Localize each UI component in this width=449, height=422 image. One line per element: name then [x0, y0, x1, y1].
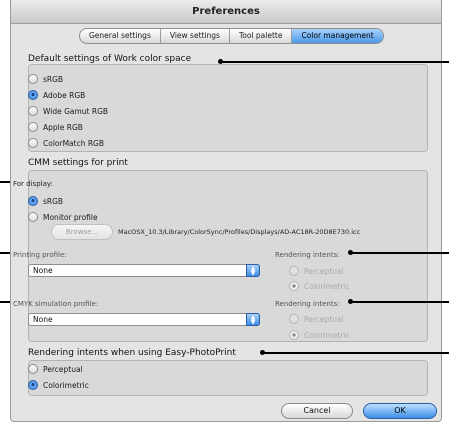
option-label: ColorMatch RGB — [43, 138, 105, 148]
printing-intent-colorimetric[interactable]: Colorimetric — [289, 281, 350, 291]
select-value: None — [33, 315, 53, 324]
tab-tool-palette[interactable]: Tool palette — [230, 29, 293, 43]
browse-button[interactable]: Browse... — [51, 224, 113, 240]
callout-line — [262, 352, 449, 354]
printing-intent-perceptual[interactable]: Perceptual — [289, 266, 344, 276]
ok-button[interactable]: OK — [363, 403, 437, 419]
callout-dot — [348, 299, 353, 304]
option-label: Perceptual — [43, 364, 83, 374]
easy-photoprint-option-colorimetric[interactable]: Colorimetric — [28, 380, 89, 390]
radio-button[interactable] — [28, 90, 38, 100]
tab-bar: General settings View settings Tool pale… — [79, 28, 384, 44]
tab-color-management[interactable]: Color management — [292, 29, 383, 43]
radio-button[interactable] — [28, 74, 38, 84]
radio-button[interactable] — [289, 281, 299, 291]
radio-button[interactable] — [28, 364, 38, 374]
radio-button[interactable] — [289, 314, 299, 324]
cmyk-profile-label: CMYK simulation profile: — [13, 300, 99, 308]
updown-arrows-icon: ▲ ▼ — [246, 313, 260, 326]
radio-button[interactable] — [28, 212, 38, 222]
work-space-option-wide-gamut-rgb[interactable]: Wide Gamut RGB — [28, 106, 108, 116]
window-title: Preferences — [11, 0, 441, 24]
radio-button[interactable] — [28, 122, 38, 132]
option-label: sRGB — [43, 74, 64, 84]
select-value: None — [33, 266, 53, 275]
callout-dot — [348, 250, 353, 255]
option-label: Colorimetric — [304, 281, 350, 291]
callout-line — [350, 252, 449, 254]
radio-button[interactable] — [28, 106, 38, 116]
cancel-button[interactable]: Cancel — [281, 403, 353, 419]
callout-dot — [218, 59, 223, 64]
option-label: Adobe RGB — [43, 90, 86, 100]
cmyk-intents-label: Rendering intents: — [275, 300, 340, 308]
callout-line — [0, 252, 10, 254]
option-label: Perceptual — [304, 314, 344, 324]
updown-arrows-icon: ▲ ▼ — [246, 264, 260, 277]
option-label: Colorimetric — [304, 330, 350, 340]
callout-line — [0, 301, 10, 303]
display-option-srgb[interactable]: sRGB — [28, 196, 63, 206]
cmyk-intent-colorimetric[interactable]: Colorimetric — [289, 330, 350, 340]
printing-intents-label: Rendering intents: — [275, 251, 340, 259]
preferences-window: Preferences General settings View settin… — [10, 0, 442, 422]
radio-button[interactable] — [28, 138, 38, 148]
option-label: sRGB — [43, 196, 64, 206]
printing-profile-select[interactable]: None ▲ ▼ — [28, 264, 260, 277]
work-space-option-adobe-rgb[interactable]: Adobe RGB — [28, 90, 85, 100]
radio-button[interactable] — [28, 380, 38, 390]
cmyk-intent-perceptual[interactable]: Perceptual — [289, 314, 344, 324]
cmyk-profile-select[interactable]: None ▲ ▼ — [28, 313, 260, 326]
monitor-profile-path: MacOSX_10.3/Library/ColorSync/Profiles/D… — [118, 228, 361, 236]
option-label: Wide Gamut RGB — [43, 106, 109, 116]
display-option-monitor-profile[interactable]: Monitor profile — [28, 212, 98, 222]
callout-dot — [260, 350, 265, 355]
tab-view-settings[interactable]: View settings — [161, 29, 230, 43]
cmm-settings-title: CMM settings for print — [28, 158, 128, 168]
radio-button[interactable] — [289, 330, 299, 340]
option-label: Perceptual — [304, 266, 344, 276]
easy-photoprint-title: Rendering intents when using Easy-PhotoP… — [28, 348, 236, 358]
callout-line — [350, 301, 449, 303]
callout-line — [220, 61, 449, 63]
radio-button[interactable] — [289, 266, 299, 276]
option-label: Apple RGB — [43, 122, 83, 132]
easy-photoprint-option-perceptual[interactable]: Perceptual — [28, 364, 83, 374]
printing-profile-label: Printing profile: — [13, 251, 67, 259]
radio-button[interactable] — [28, 196, 38, 206]
option-label: Colorimetric — [43, 380, 89, 390]
for-display-label: For display: — [13, 180, 53, 188]
work-space-option-srgb[interactable]: sRGB — [28, 74, 63, 84]
tab-general-settings[interactable]: General settings — [80, 29, 161, 43]
work-color-space-title: Default settings of Work color space — [28, 54, 192, 64]
work-space-option-apple-rgb[interactable]: Apple RGB — [28, 122, 83, 132]
option-label: Monitor profile — [43, 212, 98, 222]
work-space-option-colormatch-rgb[interactable]: ColorMatch RGB — [28, 138, 104, 148]
callout-line — [0, 181, 10, 183]
easy-photoprint-group — [28, 360, 428, 396]
